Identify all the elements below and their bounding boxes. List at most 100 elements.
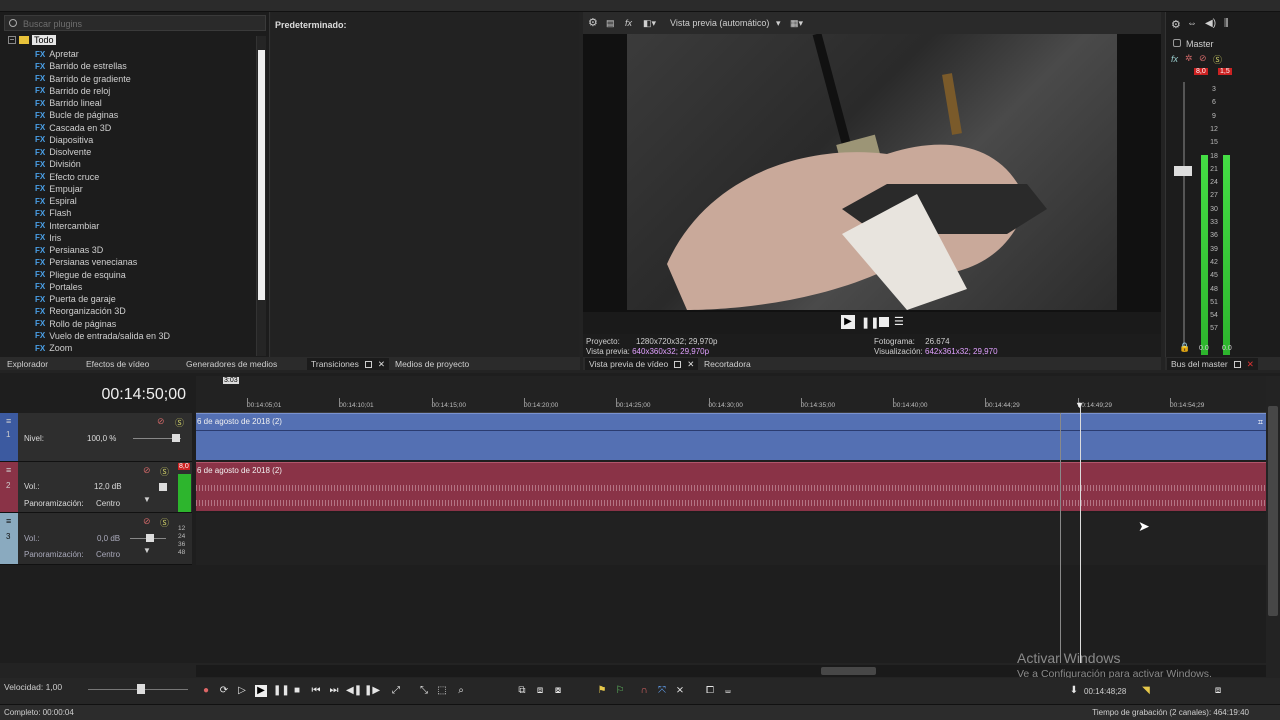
track-header-1[interactable]: ≡ 1 ⊘ Ⓢ Nivel: 100,0 % xyxy=(0,413,192,462)
checkbox[interactable] xyxy=(1173,39,1181,47)
snap-icon[interactable]: ∩ xyxy=(638,685,650,697)
fx-list-item[interactable]: FX Reorganización 3D xyxy=(35,305,126,317)
split-screen-icon[interactable]: ◧▾ xyxy=(643,18,656,29)
trim-end-icon[interactable]: ⧇ xyxy=(552,685,564,697)
master-fader[interactable] xyxy=(1174,166,1192,176)
fx-list-item[interactable]: FX Empujar xyxy=(35,183,83,195)
trim-start-icon[interactable]: ⧈ xyxy=(534,685,546,697)
fx-list-item[interactable]: FX Iris xyxy=(35,232,61,244)
close-icon[interactable]: ✕ xyxy=(378,358,385,370)
fx-list-item[interactable]: FX Disolvente xyxy=(35,146,91,158)
marker-icon[interactable]: ⚑ xyxy=(596,685,608,697)
empty-track[interactable] xyxy=(196,513,1266,565)
pan-slider-thumb[interactable]: ▼ xyxy=(143,495,151,504)
vol-slider-thumb[interactable] xyxy=(146,534,154,542)
fx-list-item[interactable]: FX Cascada en 3D xyxy=(35,122,111,134)
fx-icon[interactable]: fx xyxy=(625,18,632,28)
fx-list-item[interactable]: FX Zoom xyxy=(35,342,72,354)
stop-icon[interactable] xyxy=(879,317,889,327)
pan-slider-thumb[interactable]: ▼ xyxy=(143,546,151,555)
fx-list-item[interactable]: FX Puerta de garaje xyxy=(35,293,116,305)
fx-list-item[interactable]: FX Persianas venecianas xyxy=(35,256,137,268)
video-clip[interactable]: 6 de agosto de 2018 (2) ⌗ xyxy=(196,413,1266,460)
prev-frame-icon[interactable]: ◀❚ xyxy=(346,685,362,697)
solo-icon[interactable]: Ⓢ xyxy=(160,516,169,529)
mute-icon[interactable]: ⊘ xyxy=(143,465,151,476)
selection-tool-icon[interactable]: ⬚ xyxy=(436,685,448,697)
automation-icon[interactable]: ✲ xyxy=(1185,53,1193,64)
undock-icon[interactable] xyxy=(364,361,372,369)
pan-crop-icon[interactable]: ⌗ xyxy=(1258,417,1263,428)
preview-mode-select[interactable]: Vista previa (automático) xyxy=(670,18,769,28)
fx-list-item[interactable]: FX Espiral xyxy=(35,195,77,207)
fx-list-item[interactable]: FX Barrido de gradiente xyxy=(35,73,131,85)
lock-icon[interactable]: 🔒 xyxy=(1179,342,1190,353)
gear-icon[interactable]: ⚙ xyxy=(1171,18,1181,31)
mute-icon[interactable]: ⊘ xyxy=(143,516,151,527)
level-slider-thumb[interactable] xyxy=(172,434,180,442)
scroll-thumb[interactable] xyxy=(821,667,876,675)
undock-icon[interactable] xyxy=(674,361,682,369)
copy-icon[interactable]: ▤ xyxy=(606,18,615,29)
fx-list-item[interactable]: FX Diapositiva xyxy=(35,134,93,146)
region-icon[interactable]: ⚐ xyxy=(614,685,626,697)
menu-icon[interactable]: ≡ xyxy=(6,516,11,526)
lock-envelopes-icon[interactable]: ⧠ xyxy=(704,685,716,697)
solo-icon[interactable]: Ⓢ xyxy=(1213,53,1222,66)
play-icon[interactable]: ▶ xyxy=(841,315,855,329)
close-icon[interactable]: ✕ xyxy=(1247,358,1254,370)
expand-icon[interactable]: ⇔ xyxy=(1187,18,1197,29)
mixer-icon[interactable]: ⫼ xyxy=(1224,18,1229,29)
tab-video-preview[interactable]: Vista previa de vídeo ✕ xyxy=(585,358,699,370)
play-from-start-icon[interactable]: ▷ xyxy=(236,685,248,697)
playhead-handle[interactable]: ▼ xyxy=(1075,400,1084,410)
search-input[interactable]: Buscar plugins xyxy=(4,15,266,31)
fx-list-item[interactable]: FX Flash xyxy=(35,207,71,219)
fx-list-item[interactable]: FX Efecto cruce xyxy=(35,171,99,183)
marker[interactable]: 3:03 xyxy=(223,377,239,384)
menu-icon[interactable]: ≡ xyxy=(6,416,11,426)
fx-list-item[interactable]: FX Persianas 3D xyxy=(35,244,103,256)
speaker-icon[interactable]: ◀) xyxy=(1205,18,1216,29)
play-icon[interactable]: ▶ xyxy=(255,685,267,697)
tab-master-bus[interactable]: Bus del master ✕ xyxy=(1167,358,1258,370)
track-header-2[interactable]: ≡ 2 ⊘ Ⓢ 8,0 Vol.: 12,0 dB Panoramización:… xyxy=(0,462,192,513)
ignore-grouping-icon[interactable]: ⧢ xyxy=(722,685,734,697)
tab-transitions[interactable]: Transiciones ✕ xyxy=(307,358,389,370)
auto-ripple-icon[interactable]: ⤧ xyxy=(656,685,668,697)
mute-icon[interactable]: ⊘ xyxy=(1199,53,1207,64)
tab-media-generators[interactable]: Generadores de medios xyxy=(186,358,277,370)
menu-icon[interactable]: ≡ xyxy=(6,465,11,475)
collapse-icon[interactable]: − xyxy=(8,36,16,44)
zoom-tool-icon[interactable]: ⌕ xyxy=(455,685,467,697)
undock-icon[interactable] xyxy=(1233,361,1241,369)
fx-list-item[interactable]: FX Barrido de estrellas xyxy=(35,60,127,72)
vol-slider-thumb[interactable] xyxy=(159,483,167,491)
fx-list-item[interactable]: FX Portales xyxy=(35,281,82,293)
scroll-thumb[interactable] xyxy=(258,50,265,300)
fx-list-item[interactable]: FX Apretar xyxy=(35,48,79,60)
next-frame-icon[interactable]: ❚▶ xyxy=(364,685,380,697)
mute-icon[interactable]: ⊘ xyxy=(157,416,165,427)
tab-trimmer[interactable]: Recortadora xyxy=(704,358,751,370)
tab-project-media[interactable]: Medios de proyecto xyxy=(395,358,469,370)
tab-explorer[interactable]: Explorador xyxy=(7,358,48,370)
tree-scrollbar[interactable] xyxy=(256,36,266,356)
chevron-down-icon[interactable]: ▾ xyxy=(776,18,781,29)
opacity-line[interactable] xyxy=(196,430,1266,431)
envelope-tool-icon[interactable]: ⤡ xyxy=(418,685,430,697)
fx-list-item[interactable]: FX Rollo de páginas xyxy=(35,318,116,330)
rate-slider-thumb[interactable] xyxy=(137,684,145,694)
timeline-vscroll[interactable] xyxy=(1266,376,1280,663)
fx-list-item[interactable]: FX División xyxy=(35,158,81,170)
playhead[interactable] xyxy=(1080,405,1081,663)
tab-video-effects[interactable]: Efectos de vídeo xyxy=(86,358,149,370)
audio-clip[interactable]: 6 de agosto de 2018 (2) xyxy=(196,462,1266,511)
pause-icon[interactable]: ❚❚ xyxy=(273,685,290,697)
fx-list-item[interactable]: FX Barrido de reloj xyxy=(35,85,110,97)
fx-list-item[interactable]: FX Vuelo de entrada/salida en 3D xyxy=(35,330,170,342)
close-icon[interactable]: ✕ xyxy=(687,358,694,370)
track-header-3[interactable]: ≡ 3 ⊘ Ⓢ 12 24 36 48 Vol.: 0,0 dB Panorami… xyxy=(0,513,192,565)
pause-icon[interactable]: ❚❚ xyxy=(861,316,879,329)
go-end-icon[interactable]: ⏭ xyxy=(328,685,340,697)
